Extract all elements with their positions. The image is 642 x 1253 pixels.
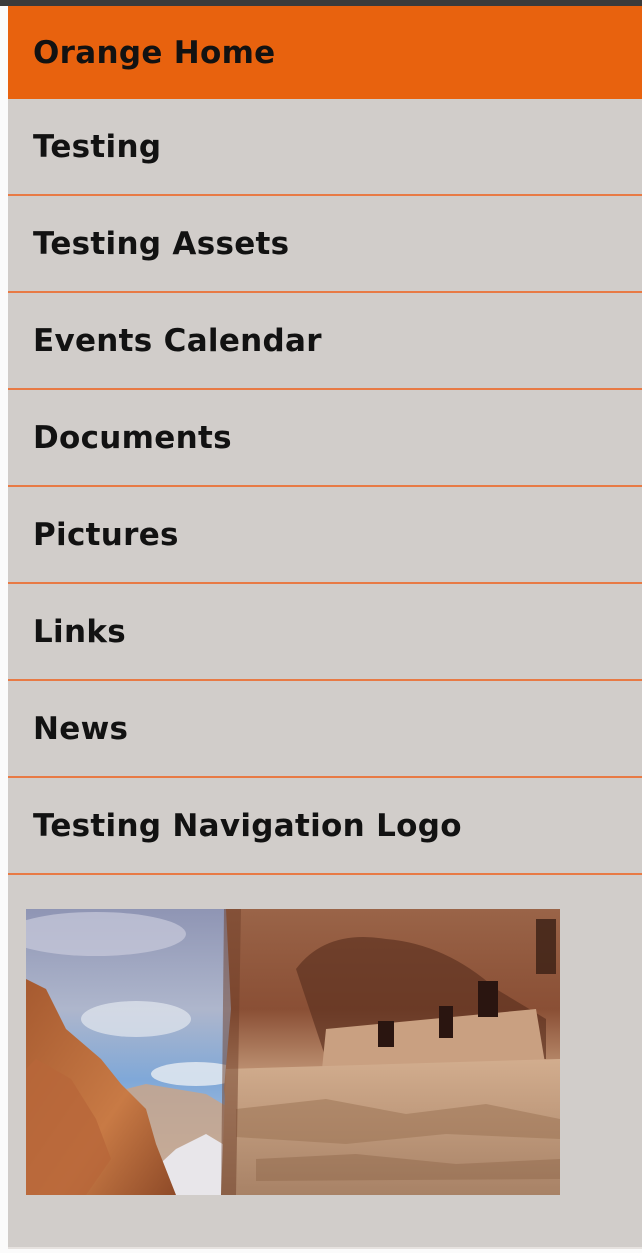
canyon-cliff-dwelling-icon (26, 909, 560, 1195)
nav-item-testing[interactable]: Testing (8, 99, 642, 196)
nav-item-label[interactable]: News (33, 711, 128, 747)
nav-item-events-calendar[interactable]: Events Calendar (8, 293, 642, 390)
nav-item-news[interactable]: News (8, 681, 642, 778)
nav-item-label[interactable]: Testing (33, 129, 161, 165)
nav-item-orange-home[interactable]: Orange Home (8, 6, 642, 99)
nav-item-label[interactable]: Pictures (33, 517, 179, 553)
nav-item-label[interactable]: Testing Navigation Logo (33, 808, 462, 844)
nav-item-pictures[interactable]: Pictures (8, 487, 642, 584)
nav-item-documents[interactable]: Documents (8, 390, 642, 487)
navigation-logo-image (26, 909, 560, 1195)
nav-item-label[interactable]: Events Calendar (33, 323, 322, 359)
nav-item-label[interactable]: Testing Assets (33, 226, 289, 262)
nav-item-label[interactable]: Links (33, 614, 126, 650)
nav-item-testing-navigation-logo[interactable]: Testing Navigation Logo (8, 778, 642, 875)
nav-item-label[interactable]: Orange Home (33, 35, 276, 71)
nav-item-label[interactable]: Documents (33, 420, 232, 456)
nav-list: Orange Home Testing Testing Assets Event… (8, 6, 642, 875)
nav-item-links[interactable]: Links (8, 584, 642, 681)
nav-item-testing-assets[interactable]: Testing Assets (8, 196, 642, 293)
